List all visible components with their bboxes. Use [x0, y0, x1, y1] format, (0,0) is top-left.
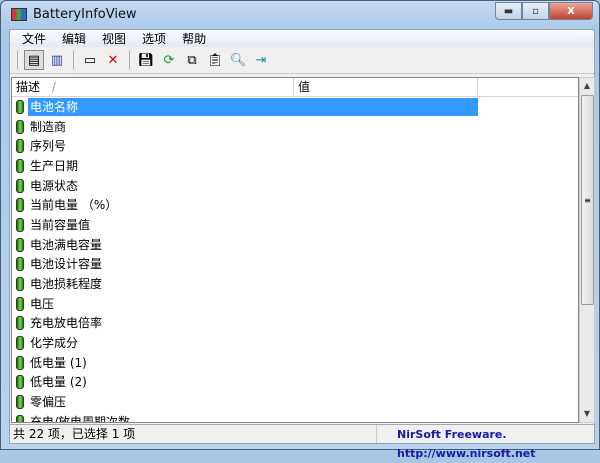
battery-icon — [16, 414, 24, 422]
item-label: 电池满电容量 — [30, 237, 103, 252]
battery-icon — [16, 217, 24, 232]
column-label: 描述 — [16, 80, 41, 94]
save-icon[interactable]: 💾︎ — [136, 50, 156, 70]
nirsoft-link[interactable]: NirSoft Freeware. http://www.nirsoft.net — [377, 425, 594, 460]
list-item[interactable]: 低电量 (1) — [12, 353, 578, 373]
separator — [129, 51, 130, 69]
battery-icon — [16, 375, 24, 390]
column-value[interactable]: 值 — [294, 78, 478, 96]
status-bar: 共 22 项，已选择 1 项 NirSoft Freeware. http://… — [10, 424, 594, 460]
toolbar: ▤ ▥ ▭ ✕ 💾︎ ⟳ ⧉ 📋︎ 🔍︎ ⇥ — [10, 47, 594, 74]
battery-icon — [16, 178, 24, 193]
close-button[interactable]: X — [549, 2, 593, 20]
properties-icon[interactable]: ▥ — [47, 50, 67, 70]
list-item[interactable]: 当前容量值 — [12, 215, 578, 235]
menu-help[interactable]: 帮助 — [174, 30, 214, 47]
list-item[interactable]: 当前电量 （%） — [12, 195, 578, 215]
scroll-thumb[interactable]: ≡ — [581, 95, 594, 305]
item-label: 充电/放电周期次数 — [30, 414, 131, 423]
battery-icon — [16, 237, 24, 252]
title-bar: BatteryInfoView — [11, 4, 137, 24]
delete-icon[interactable]: ✕ — [103, 50, 123, 70]
scroll-up-button[interactable]: ▲ — [580, 78, 594, 94]
column-description[interactable]: 描述 / — [12, 78, 294, 96]
item-label: 电池损耗程度 — [30, 277, 103, 292]
battery-icon — [16, 395, 24, 410]
list-item[interactable]: 电压 — [12, 294, 578, 314]
app-icon — [11, 7, 27, 21]
minimize-button[interactable]: ▬ — [495, 2, 522, 20]
list-item[interactable]: 电池名称 — [12, 97, 578, 117]
item-label: 化学成分 — [30, 336, 79, 351]
maximize-button[interactable]: ▫ — [522, 2, 549, 20]
item-label: 低电量 (2) — [30, 375, 87, 390]
separator — [73, 51, 74, 69]
list-header: 描述 / 值 — [12, 78, 578, 97]
item-label: 零偏压 — [30, 395, 67, 410]
item-label: 当前容量值 — [30, 217, 91, 232]
menu-view[interactable]: 视图 — [94, 30, 134, 47]
item-label: 序列号 — [30, 139, 67, 154]
copy-icon[interactable]: ⧉ — [182, 50, 202, 70]
battery-icon — [16, 316, 24, 331]
list-item[interactable]: 电池满电容量 — [12, 235, 578, 255]
item-label: 当前电量 （%） — [30, 198, 118, 213]
item-label: 电池名称 — [28, 97, 478, 116]
battery-icon — [16, 296, 24, 311]
battery-info-list: 描述 / 值 电池名称制造商序列号生产日期电源状态当前电量 （%） 当前容量值电池… — [11, 77, 579, 423]
find-icon[interactable]: 🔍︎ — [228, 50, 248, 70]
battery-icon — [16, 158, 24, 173]
clipboard-icon[interactable]: 📋︎ — [205, 50, 225, 70]
vertical-scrollbar[interactable]: ▲ ≡ ▼ — [579, 77, 595, 423]
battery-icon — [16, 257, 24, 272]
html-report-icon[interactable]: ▤ — [24, 50, 44, 70]
list-item[interactable]: 零偏压 — [12, 392, 578, 412]
menu-edit[interactable]: 编辑 — [54, 30, 94, 47]
battery-icon — [16, 355, 24, 370]
battery-icon — [16, 139, 24, 154]
separator — [17, 51, 18, 69]
battery-icon — [16, 277, 24, 292]
item-label: 电源状态 — [30, 178, 79, 193]
list-item[interactable]: 低电量 (2) — [12, 373, 578, 393]
window-title: BatteryInfoView — [33, 6, 137, 22]
list-item[interactable]: 充电/放电周期次数 — [12, 412, 578, 423]
item-count: 共 22 项，已选择 1 项 — [10, 425, 377, 443]
sort-indicator: / — [51, 80, 56, 94]
item-label: 生产日期 — [30, 158, 79, 173]
menu-options[interactable]: 选项 — [134, 30, 174, 47]
menu-bar: 文件 编辑 视图 选项 帮助 — [10, 30, 594, 47]
battery-icon — [16, 336, 24, 351]
list-item[interactable]: 电池设计容量 — [12, 255, 578, 275]
item-label: 电池设计容量 — [30, 257, 103, 272]
menu-file[interactable]: 文件 — [14, 30, 54, 47]
battery-icon — [16, 198, 24, 213]
scroll-down-button[interactable]: ▼ — [580, 406, 594, 422]
list-item[interactable]: 序列号 — [12, 136, 578, 156]
item-label: 电压 — [30, 296, 55, 311]
list-item[interactable]: 制造商 — [12, 117, 578, 137]
battery-icon — [16, 99, 24, 114]
refresh-icon[interactable]: ⟳ — [159, 50, 179, 70]
list-item[interactable]: 化学成分 — [12, 333, 578, 353]
window: BatteryInfoView ▬ ▫ X 文件 编辑 视图 选项 帮助 ▤ ▥… — [0, 0, 600, 460]
list-item[interactable]: 电源状态 — [12, 176, 578, 196]
window-icon[interactable]: ▭ — [80, 50, 100, 70]
item-label: 制造商 — [30, 119, 67, 134]
item-label: 低电量 (1) — [30, 355, 87, 370]
list-item[interactable]: 生产日期 — [12, 156, 578, 176]
item-label: 充电放电倍率 — [30, 316, 103, 331]
battery-icon — [16, 119, 24, 134]
list-item[interactable]: 充电放电倍率 — [12, 314, 578, 334]
exit-icon[interactable]: ⇥ — [251, 50, 271, 70]
list-item[interactable]: 电池损耗程度 — [12, 274, 578, 294]
